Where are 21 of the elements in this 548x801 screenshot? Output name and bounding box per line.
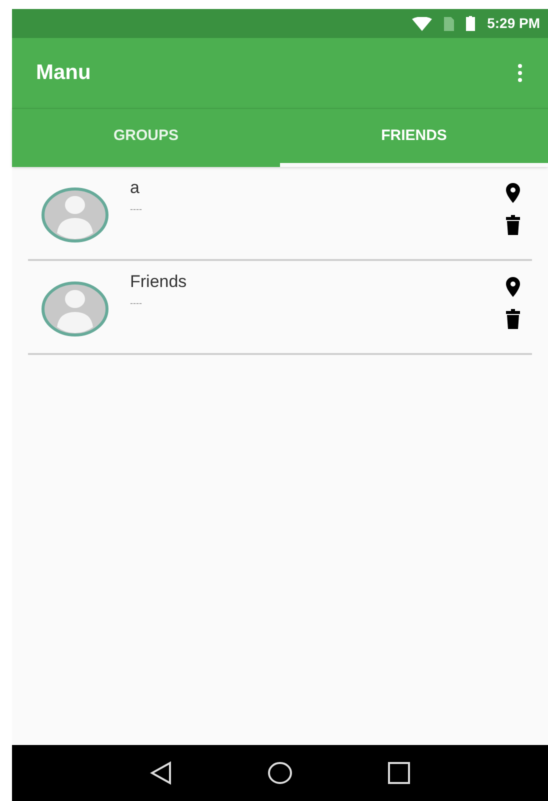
avatar-icon — [41, 281, 109, 337]
location-pin-icon[interactable] — [506, 277, 520, 297]
battery-icon — [466, 16, 476, 31]
trash-icon[interactable] — [506, 215, 520, 235]
back-icon[interactable] — [150, 761, 172, 785]
recents-icon[interactable] — [388, 762, 410, 784]
home-icon[interactable] — [266, 761, 293, 785]
wifi-icon — [412, 16, 432, 30]
trash-icon[interactable] — [506, 309, 520, 329]
tab[interactable]: GROUPS — [12, 109, 280, 167]
toolbar-title: Manu — [36, 60, 91, 86]
tab[interactable]: FRIENDS — [280, 109, 548, 167]
item-name: Friends — [130, 271, 188, 293]
sim-icon — [444, 16, 454, 30]
location-pin-icon[interactable] — [506, 183, 520, 203]
item-name: a — [130, 177, 140, 199]
item-subtitle: ---- — [130, 204, 143, 214]
item-subtitle: ---- — [130, 298, 143, 308]
more-menu-icon[interactable] — [516, 64, 524, 82]
clock-time: 5:29 PM — [487, 14, 540, 33]
avatar-icon — [41, 187, 109, 243]
